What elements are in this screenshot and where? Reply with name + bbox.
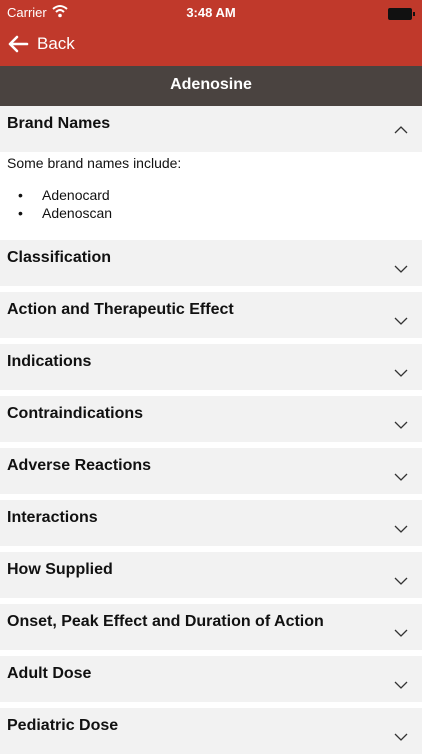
brand-list: Adenocard Adenoscan bbox=[18, 186, 112, 222]
chevron-down-icon bbox=[394, 681, 408, 689]
section-title: Indications bbox=[7, 353, 92, 370]
chevron-down-icon bbox=[394, 317, 408, 325]
nav-bar: Back bbox=[0, 26, 422, 66]
section-classification[interactable]: Classification bbox=[0, 240, 422, 286]
section-title: Contraindications bbox=[7, 405, 144, 422]
brand-intro: Some brand names include: bbox=[7, 155, 182, 171]
chevron-down-icon bbox=[394, 473, 408, 481]
chevron-down-icon bbox=[394, 421, 408, 429]
section-interactions[interactable]: Interactions bbox=[0, 500, 422, 546]
section-title: Action and Therapeutic Effect bbox=[7, 301, 234, 318]
back-button[interactable]: Back bbox=[7, 34, 75, 54]
section-indications[interactable]: Indications bbox=[0, 344, 422, 390]
status-time: 3:48 AM bbox=[186, 5, 236, 20]
chevron-down-icon bbox=[394, 525, 408, 533]
section-title: Adverse Reactions bbox=[7, 457, 152, 474]
section-title: Onset, Peak Effect and Duration of Actio… bbox=[7, 613, 324, 630]
chevron-down-icon bbox=[394, 369, 408, 377]
section-title: Classification bbox=[7, 249, 112, 266]
section-adverse-reactions[interactable]: Adverse Reactions bbox=[0, 448, 422, 494]
chevron-down-icon bbox=[394, 629, 408, 637]
title-bar: Adenosine bbox=[0, 66, 422, 106]
section-title: How Supplied bbox=[7, 561, 113, 578]
section-title: Pediatric Dose bbox=[7, 717, 119, 734]
list-item: Adenoscan bbox=[18, 204, 112, 222]
battery-icon bbox=[388, 8, 415, 20]
status-bar: Carrier 3:48 AM bbox=[0, 0, 422, 26]
section-onset-peak-duration[interactable]: Onset, Peak Effect and Duration of Actio… bbox=[0, 604, 422, 650]
section-action-therapeutic-effect[interactable]: Action and Therapeutic Effect bbox=[0, 292, 422, 338]
section-adult-dose[interactable]: Adult Dose bbox=[0, 656, 422, 702]
section-title: Brand Names bbox=[7, 115, 111, 132]
list-item: Adenocard bbox=[18, 186, 112, 204]
page-title: Adenosine bbox=[170, 76, 252, 93]
section-contraindications[interactable]: Contraindications bbox=[0, 396, 422, 442]
section-brand-names[interactable]: Brand Names bbox=[0, 106, 422, 152]
section-title: Interactions bbox=[7, 509, 98, 526]
section-list: Brand Names Some brand names include: Ad… bbox=[0, 106, 422, 754]
section-title: Adult Dose bbox=[7, 665, 92, 682]
chevron-down-icon bbox=[394, 733, 408, 741]
chevron-down-icon bbox=[394, 265, 408, 273]
back-label: Back bbox=[37, 34, 75, 53]
section-pediatric-dose[interactable]: Pediatric Dose bbox=[0, 708, 422, 754]
chevron-up-icon bbox=[394, 126, 408, 134]
section-how-supplied[interactable]: How Supplied bbox=[0, 552, 422, 598]
back-arrow-icon bbox=[8, 35, 29, 53]
chevron-down-icon bbox=[394, 577, 408, 585]
brand-names-content: Some brand names include: Adenocard Aden… bbox=[0, 152, 422, 240]
